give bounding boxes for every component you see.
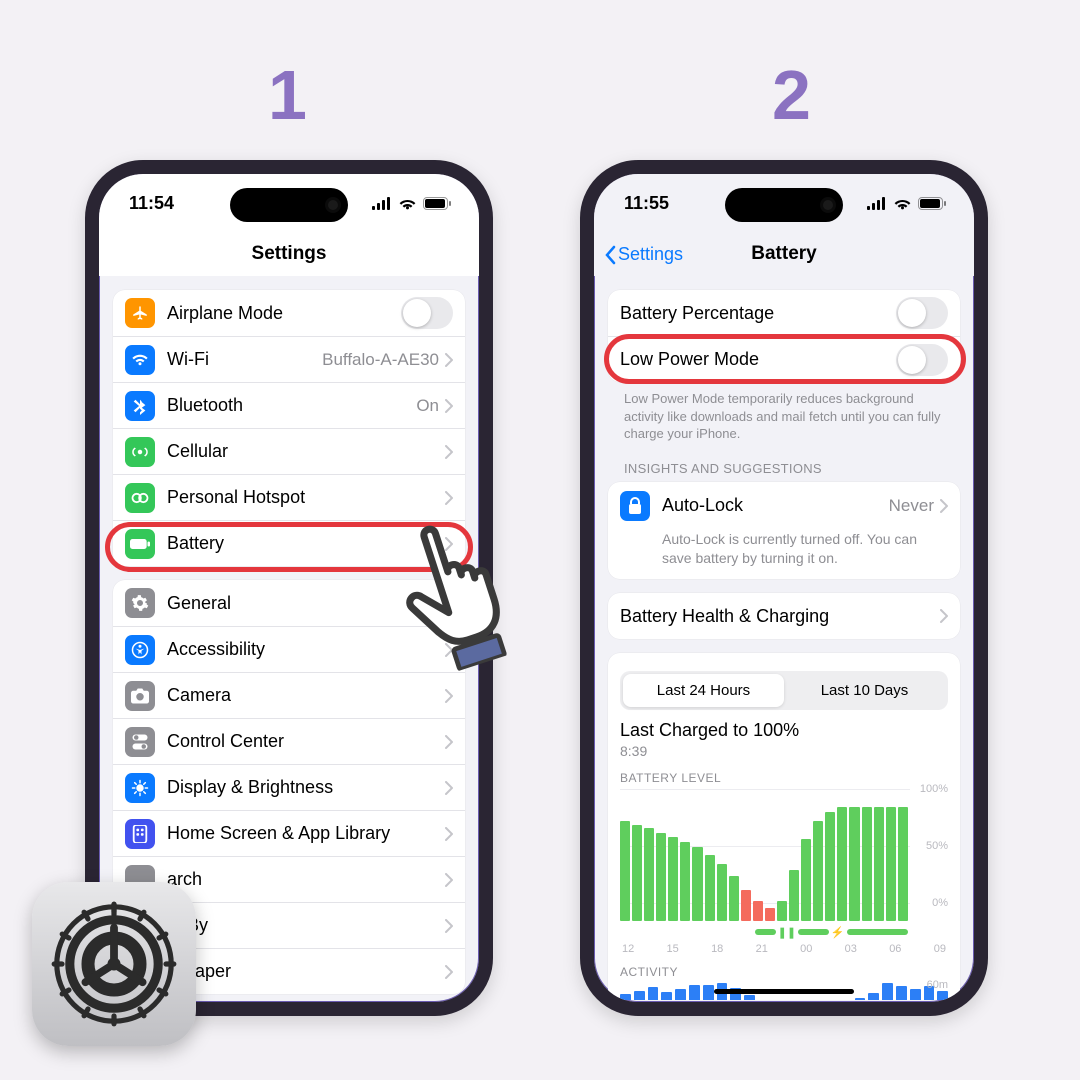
row-bluetooth[interactable]: Bluetooth On — [113, 382, 465, 428]
row-low-power-mode[interactable]: Low Power Mode — [608, 336, 960, 382]
dynamic-island — [725, 188, 843, 222]
wifi-settings-icon — [125, 345, 155, 375]
battery-percentage-toggle[interactable] — [896, 297, 948, 329]
hotspot-icon — [125, 483, 155, 513]
row-wifi[interactable]: Wi-Fi Buffalo-A-AE30 — [113, 336, 465, 382]
accessibility-icon — [125, 635, 155, 665]
last-charged-time: 8:39 — [620, 743, 948, 759]
chevron-right-icon — [445, 873, 453, 887]
lpm-description: Low Power Mode temporarily reduces backg… — [608, 382, 960, 443]
battery-status-icon — [918, 197, 946, 210]
status-time: 11:54 — [129, 193, 174, 214]
status-time: 11:55 — [624, 193, 669, 214]
lock-icon — [620, 491, 650, 521]
nav-bar: Settings Battery — [594, 232, 974, 276]
camera-icon — [125, 681, 155, 711]
control-center-icon — [125, 727, 155, 757]
chevron-right-icon — [940, 609, 948, 623]
battery-level-chart: 100% 50% 0% ❚❚ ⚡ — [620, 789, 948, 939]
page-title: Settings — [252, 243, 327, 265]
gear-icon — [125, 588, 155, 618]
row-cellular[interactable]: Cellular — [113, 428, 465, 474]
low-power-mode-toggle[interactable] — [896, 344, 948, 376]
row-auto-lock[interactable]: Auto-Lock Never — [608, 482, 960, 530]
airplane-icon — [125, 298, 155, 328]
row-personal-hotspot[interactable]: Personal Hotspot — [113, 474, 465, 520]
chevron-right-icon — [940, 499, 948, 513]
insights-group: Auto-Lock Never Auto-Lock is currently t… — [608, 482, 960, 580]
insights-header: INSIGHTS AND SUGGESTIONS — [608, 443, 960, 482]
chevron-right-icon — [445, 919, 453, 933]
chevron-right-icon — [445, 399, 453, 413]
back-button[interactable]: Settings — [604, 244, 683, 265]
chevron-right-icon — [445, 689, 453, 703]
brightness-icon — [125, 773, 155, 803]
battery-status-icon — [423, 197, 451, 210]
step-number-1: 1 — [268, 55, 307, 135]
chevron-right-icon — [445, 445, 453, 459]
autolock-sub: Auto-Lock is currently turned off. You c… — [608, 530, 960, 580]
battery-chart-xaxis: 1215182100030609 — [620, 943, 948, 955]
activity-title: ACTIVITY — [620, 965, 948, 979]
home-indicator[interactable] — [714, 989, 854, 994]
settings-app-icon — [32, 882, 196, 1046]
row-airplane-mode[interactable]: Airplane Mode — [113, 290, 465, 336]
chevron-right-icon — [445, 827, 453, 841]
battery-icon — [125, 529, 155, 559]
chevron-right-icon — [445, 353, 453, 367]
chevron-right-icon — [445, 735, 453, 749]
home-screen-icon — [125, 819, 155, 849]
seg-last-10d[interactable]: Last 10 Days — [784, 674, 945, 707]
chevron-left-icon — [604, 245, 616, 265]
segmented-control[interactable]: Last 24 Hours Last 10 Days — [620, 671, 948, 710]
chevron-right-icon — [445, 781, 453, 795]
page-title: Battery — [751, 243, 816, 265]
charging-indicator-line: ❚❚ ⚡ — [620, 925, 908, 939]
dynamic-island — [230, 188, 348, 222]
phone-2: 11:55 Settings Battery Battery Percentag… — [580, 160, 988, 1016]
airplane-toggle[interactable] — [401, 297, 453, 329]
row-control-center[interactable]: Control Center — [113, 718, 465, 764]
chevron-right-icon — [445, 965, 453, 979]
row-home-screen[interactable]: Home Screen & App Library — [113, 810, 465, 856]
battery-toggles-group: Battery Percentage Low Power Mode — [608, 290, 960, 382]
cellular-icon — [372, 197, 392, 210]
step-number-2: 2 — [772, 55, 811, 135]
seg-last-24h[interactable]: Last 24 Hours — [623, 674, 784, 707]
bluetooth-icon — [125, 391, 155, 421]
health-group: Battery Health & Charging — [608, 593, 960, 639]
nav-bar: Settings — [99, 232, 479, 276]
battery-level-title: BATTERY LEVEL — [620, 771, 948, 785]
row-battery-percentage[interactable]: Battery Percentage — [608, 290, 960, 336]
usage-group: Last 24 Hours Last 10 Days Last Charged … — [608, 653, 960, 1000]
last-charged-title: Last Charged to 100% — [620, 720, 948, 741]
cellular-icon — [867, 197, 887, 210]
wifi-icon — [893, 197, 912, 210]
row-camera[interactable]: Camera — [113, 672, 465, 718]
chevron-right-icon — [445, 491, 453, 505]
row-battery-health[interactable]: Battery Health & Charging — [608, 593, 960, 639]
wifi-icon — [398, 197, 417, 210]
row-display-brightness[interactable]: Display & Brightness — [113, 764, 465, 810]
cellular-settings-icon — [125, 437, 155, 467]
